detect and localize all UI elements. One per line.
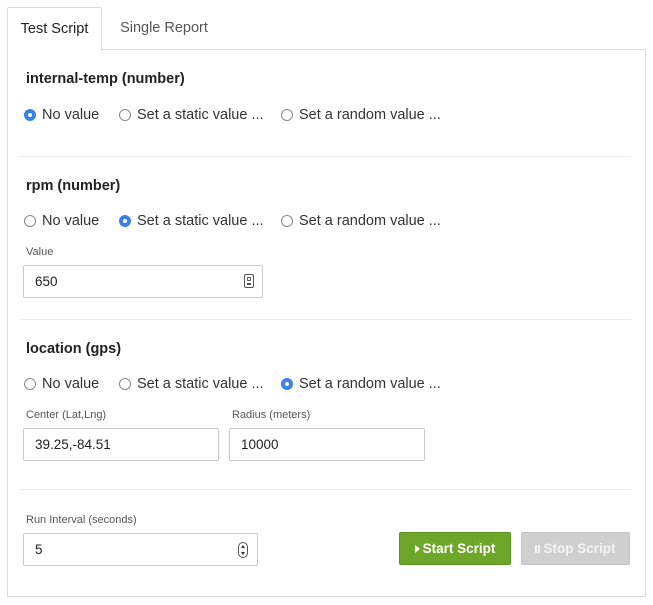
radio-internal-temp-no-value[interactable]: No value <box>24 105 99 125</box>
radio-group-rpm: No value Set a static value ... Set a ra… <box>24 211 624 231</box>
run-interval-value-text: 5 <box>35 542 43 557</box>
start-script-button[interactable]: Start Script <box>399 532 511 565</box>
radio-label: No value <box>42 376 100 392</box>
rpm-value-label: Value <box>26 246 54 258</box>
center-value-text: 39.25,-84.51 <box>35 437 111 452</box>
radio-label: Set a random value ... <box>299 376 441 392</box>
stop-script-button[interactable]: Stop Script <box>521 532 630 565</box>
stop-script-label: Stop Script <box>543 541 616 556</box>
radio-group-location: No value Set a static value ... Set a ra… <box>24 374 624 394</box>
radio-checked-icon <box>24 109 36 121</box>
radio-rpm-static[interactable]: Set a static value ... <box>119 211 264 231</box>
radio-location-random[interactable]: Set a random value ... <box>281 374 441 394</box>
radio-checked-icon <box>119 215 131 227</box>
radio-location-static[interactable]: Set a static value ... <box>119 374 264 394</box>
radio-unchecked-icon <box>119 109 131 121</box>
radio-label: Set a random value ... <box>299 107 441 123</box>
radio-label: No value <box>42 213 100 229</box>
radius-label: Radius (meters) <box>232 409 311 421</box>
radio-label: Set a static value ... <box>137 107 264 123</box>
radio-unchecked-icon <box>281 109 293 121</box>
radio-checked-icon <box>281 378 293 390</box>
attribute-title-internal-temp: internal-temp (number) <box>26 71 185 87</box>
radio-unchecked-icon <box>24 378 36 390</box>
radius-input[interactable]: 10000 <box>229 428 425 461</box>
center-lat-lng-input[interactable]: 39.25,-84.51 <box>23 428 219 461</box>
test-script-panel: internal-temp (number) No value Set a st… <box>7 49 646 597</box>
radio-unchecked-icon <box>119 378 131 390</box>
radio-label: No value <box>42 107 100 123</box>
section-divider <box>20 156 631 157</box>
radio-group-internal-temp: No value Set a static value ... Set a ra… <box>24 105 624 125</box>
radio-label: Set a random value ... <box>299 213 441 229</box>
pause-icon <box>535 544 541 553</box>
radio-internal-temp-random[interactable]: Set a random value ... <box>281 105 441 125</box>
radio-internal-temp-static[interactable]: Set a static value ... <box>119 105 264 125</box>
run-interval-label: Run Interval (seconds) <box>26 514 137 526</box>
play-icon <box>414 544 420 553</box>
radio-rpm-no-value[interactable]: No value <box>24 211 99 231</box>
attribute-title-location: location (gps) <box>26 341 122 357</box>
section-divider <box>20 489 631 490</box>
radio-unchecked-icon <box>24 215 36 227</box>
radio-label: Set a static value ... <box>137 213 264 229</box>
radio-location-no-value[interactable]: No value <box>24 374 99 394</box>
tab-bar: Test Script Single Report <box>7 7 646 51</box>
stepper-arrows-icon[interactable] <box>238 542 248 558</box>
contact-card-icon[interactable] <box>244 274 254 288</box>
radio-label: Set a static value ... <box>137 376 264 392</box>
radius-value-text: 10000 <box>241 437 279 452</box>
rpm-value-text: 650 <box>35 274 58 289</box>
radio-unchecked-icon <box>281 215 293 227</box>
run-interval-input[interactable]: 5 <box>23 533 258 566</box>
section-divider <box>20 319 631 320</box>
attribute-title-rpm: rpm (number) <box>26 178 121 194</box>
tab-test-script[interactable]: Test Script <box>7 7 102 51</box>
tab-single-report[interactable]: Single Report <box>102 7 226 50</box>
radio-rpm-random[interactable]: Set a random value ... <box>281 211 441 231</box>
start-script-label: Start Script <box>422 541 496 556</box>
center-label: Center (Lat,Lng) <box>26 409 107 421</box>
rpm-value-input[interactable]: 650 <box>23 265 263 298</box>
